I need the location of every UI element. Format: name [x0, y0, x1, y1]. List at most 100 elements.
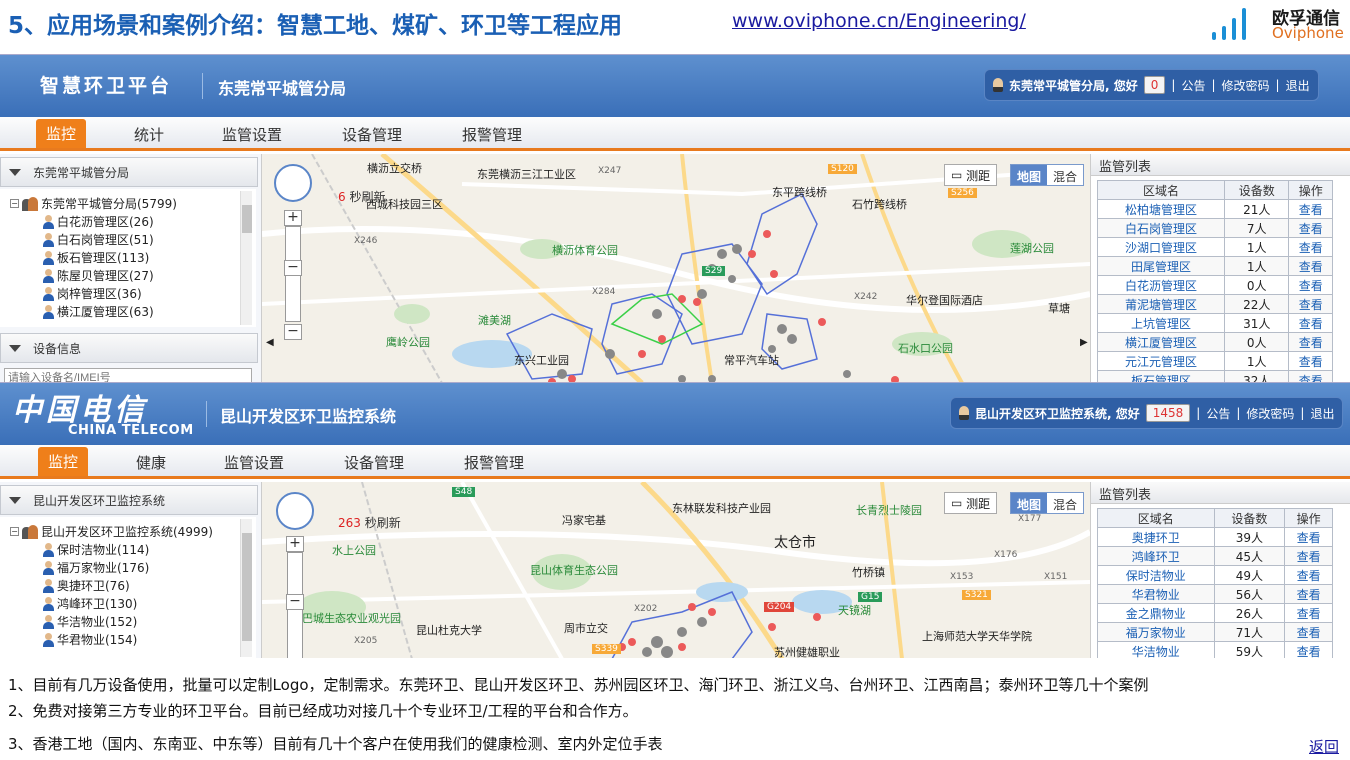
view-link[interactable]: 查看	[1284, 641, 1333, 658]
map-mode-button[interactable]: 地图	[1011, 493, 1048, 513]
area-link[interactable]: 上坑管理区	[1096, 313, 1226, 333]
change-password-link[interactable]: 修改密码	[1222, 77, 1270, 94]
pan-control[interactable]	[274, 164, 312, 202]
collapse-icon[interactable]	[9, 168, 21, 176]
tree-item[interactable]: 保时洁物业(114)	[42, 541, 149, 558]
hybrid-mode-button[interactable]: 混合	[1047, 493, 1084, 513]
org-tree-header[interactable]: 昆山开发区环卫监控系统	[0, 485, 258, 515]
view-link[interactable]: 查看	[1288, 351, 1333, 371]
zoom-out-button[interactable]: −	[284, 324, 302, 340]
notice-link[interactable]: 公告	[1181, 77, 1205, 94]
tree-item[interactable]: 岗梓管理区(36)	[42, 285, 142, 302]
person-icon	[42, 268, 54, 283]
tree-item[interactable]: 奥捷环卫(76)	[42, 577, 130, 594]
zoom-handle[interactable]: −	[286, 594, 304, 610]
tree-root[interactable]: − 东莞常平城管分局(5799)	[10, 195, 177, 212]
view-link[interactable]: 查看	[1284, 565, 1333, 585]
view-link[interactable]: 查看	[1284, 546, 1333, 566]
area-link[interactable]: 田尾管理区	[1096, 256, 1226, 276]
alarm-count[interactable]: 1458	[1145, 404, 1191, 422]
area-link[interactable]: 金之鼎物业	[1097, 603, 1215, 623]
view-link[interactable]: 查看	[1288, 313, 1333, 333]
tree-item[interactable]: 福万家物业(176)	[42, 559, 149, 576]
area-link[interactable]: 白石岗管理区	[1096, 218, 1226, 238]
view-link[interactable]: 查看	[1288, 294, 1333, 314]
area-link[interactable]: 横江厦管理区	[1096, 332, 1226, 352]
tab-health[interactable]: 健康	[136, 452, 166, 473]
engineering-link[interactable]: www.oviphone.cn/Engineering/	[732, 10, 1026, 32]
area-link[interactable]: 奥捷环卫	[1097, 527, 1215, 547]
tree-item[interactable]: 鸿峰环卫(130)	[42, 595, 137, 612]
area-link[interactable]: 沙湖口管理区	[1096, 237, 1226, 257]
area-link[interactable]: 华洁物业	[1097, 641, 1215, 658]
tree-scrollbar[interactable]	[240, 519, 252, 657]
tree-item[interactable]: 华君物业(154)	[42, 631, 137, 648]
device-info-header[interactable]: 设备信息	[0, 333, 258, 363]
road-label: S29	[702, 266, 726, 276]
expand-icon[interactable]: −	[10, 527, 19, 536]
tree-item[interactable]: 华洁物业(152)	[42, 613, 137, 630]
area-link[interactable]: 保时洁物业	[1097, 565, 1215, 585]
measure-distance-button[interactable]: ▭ 测距	[944, 164, 998, 186]
view-link[interactable]: 查看	[1288, 199, 1333, 219]
back-link[interactable]: 返回	[1309, 736, 1339, 757]
view-link[interactable]: 查看	[1284, 527, 1333, 547]
area-link[interactable]: 莆泥塘管理区	[1096, 294, 1226, 314]
view-link[interactable]: 查看	[1288, 332, 1333, 352]
map-type-switch[interactable]: 地图 混合	[1010, 164, 1085, 186]
logout-link[interactable]: 退出	[1310, 405, 1334, 422]
pan-control[interactable]	[276, 492, 314, 530]
hybrid-mode-button[interactable]: 混合	[1047, 165, 1084, 185]
alarm-count[interactable]: 0	[1143, 76, 1166, 94]
change-password-link[interactable]: 修改密码	[1246, 405, 1294, 422]
tab-alarm-management[interactable]: 报警管理	[464, 452, 524, 473]
notice-link[interactable]: 公告	[1206, 405, 1230, 422]
view-link[interactable]: 查看	[1288, 237, 1333, 257]
map-type-switch[interactable]: 地图 混合	[1010, 492, 1085, 514]
area-link[interactable]: 板石管理区	[1096, 370, 1226, 382]
measure-distance-button[interactable]: ▭ 测距	[944, 492, 998, 514]
tree-item[interactable]: 白石岗管理区(51)	[42, 231, 154, 248]
view-link[interactable]: 查看	[1288, 275, 1333, 295]
map-view[interactable]: 263 秒刷新 ▭ 测距 地图 混合 + − 冯家宅基 东林联发科技产业园 太仓…	[262, 482, 1090, 658]
tab-statistics[interactable]: 统计	[134, 124, 164, 145]
tab-monitor[interactable]: 监控	[36, 119, 87, 148]
tree-item[interactable]: 白花沥管理区(26)	[42, 213, 154, 230]
map-mode-button[interactable]: 地图	[1011, 165, 1048, 185]
map-view[interactable]: 6 秒刷新 ▭ 测距 地图 混合 + − − ◀ ▶ 横沥立交桥 东莞横沥三江工…	[262, 154, 1090, 382]
scroll-left-icon[interactable]: ◀	[266, 337, 274, 348]
view-link[interactable]: 查看	[1284, 603, 1333, 623]
device-search-input[interactable]	[4, 368, 252, 382]
area-link[interactable]: 福万家物业	[1097, 622, 1215, 642]
area-link[interactable]: 华君物业	[1097, 584, 1215, 604]
tab-device-management[interactable]: 设备管理	[344, 452, 404, 473]
tab-device-management[interactable]: 设备管理	[342, 124, 402, 145]
collapse-icon[interactable]	[9, 496, 21, 504]
tab-supervision-settings[interactable]: 监管设置	[224, 452, 284, 473]
tab-alarm-management[interactable]: 报警管理	[462, 124, 522, 145]
tree-item[interactable]: 板石管理区(113)	[42, 249, 149, 266]
tab-supervision-settings[interactable]: 监管设置	[222, 124, 282, 145]
zoom-in-button[interactable]: +	[286, 536, 304, 552]
zoom-handle[interactable]: −	[284, 260, 302, 276]
view-link[interactable]: 查看	[1288, 370, 1333, 382]
tab-monitor[interactable]: 监控	[38, 447, 89, 476]
tree-item[interactable]: 陈屋贝管理区(27)	[42, 267, 154, 284]
view-link[interactable]: 查看	[1284, 584, 1333, 604]
view-link[interactable]: 查看	[1284, 622, 1333, 642]
scroll-right-icon[interactable]: ▶	[1080, 337, 1088, 348]
tree-scrollbar[interactable]	[240, 191, 252, 325]
collapse-icon[interactable]	[9, 344, 21, 352]
tree-item[interactable]: 横江厦管理区(63)	[42, 303, 154, 320]
area-link[interactable]: 鸿峰环卫	[1097, 546, 1215, 566]
zoom-in-button[interactable]: +	[284, 210, 302, 226]
area-link[interactable]: 白花沥管理区	[1096, 275, 1226, 295]
view-link[interactable]: 查看	[1288, 218, 1333, 238]
logout-link[interactable]: 退出	[1286, 77, 1310, 94]
org-tree-header[interactable]: 东莞常平城管分局	[0, 157, 258, 187]
area-link[interactable]: 元江元管理区	[1096, 351, 1226, 371]
view-link[interactable]: 查看	[1288, 256, 1333, 276]
tree-root[interactable]: − 昆山开发区环卫监控系统(4999)	[10, 523, 213, 540]
expand-icon[interactable]: −	[10, 199, 19, 208]
area-link[interactable]: 松柏塘管理区	[1096, 199, 1226, 219]
